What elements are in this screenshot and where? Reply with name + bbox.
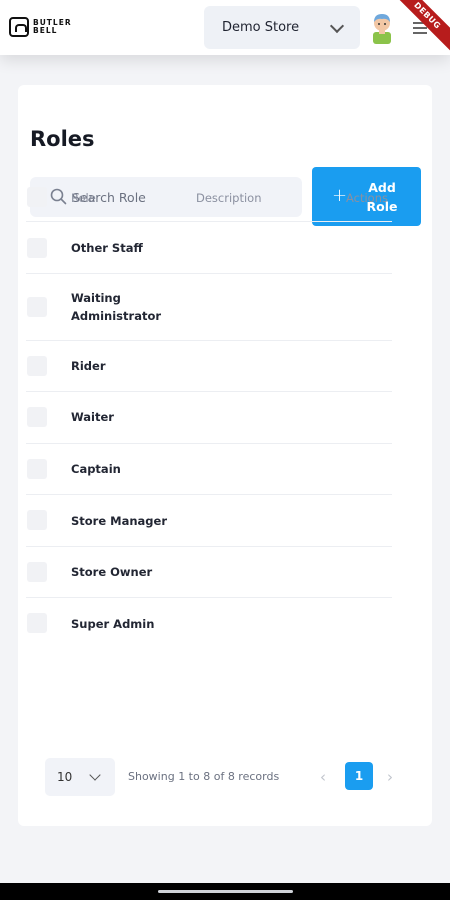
table-row: Super Admin (26, 598, 392, 650)
table-row: Rider (26, 341, 392, 392)
row-checkbox[interactable] (27, 613, 47, 633)
chevron-left-icon[interactable]: ‹ (320, 768, 326, 786)
select-all-checkbox[interactable] (27, 187, 47, 207)
table-header: Role Description Actions (26, 172, 392, 222)
app-header: BUTLER BELL Demo Store (0, 0, 450, 55)
table-row: Other Staff (26, 222, 392, 274)
row-checkbox[interactable] (27, 510, 47, 530)
column-header-description: Description (196, 191, 262, 205)
column-header-role: Role (71, 191, 96, 205)
row-checkbox[interactable] (27, 356, 47, 376)
role-name: Other Staff (71, 241, 143, 255)
store-selector-value: Demo Store (222, 20, 300, 35)
table-row: Waiter (26, 392, 392, 444)
role-name: Store Owner (71, 565, 153, 579)
logo-text: BUTLER BELL (33, 18, 72, 35)
row-checkbox[interactable] (27, 562, 47, 582)
page-title: Roles (30, 127, 95, 151)
role-name: Rider (71, 359, 106, 373)
chevron-right-icon[interactable]: › (387, 768, 393, 786)
row-checkbox[interactable] (27, 459, 47, 479)
page-number-button[interactable]: 1 (345, 762, 373, 790)
system-nav-bar (0, 883, 450, 900)
chevron-down-icon (329, 18, 345, 34)
role-name: Super Admin (71, 617, 155, 631)
role-name: Captain (71, 462, 121, 476)
row-checkbox[interactable] (27, 297, 47, 317)
store-selector[interactable]: Demo Store (204, 6, 360, 49)
table-row: Store Manager (26, 495, 392, 547)
home-indicator[interactable] (158, 890, 293, 893)
table-row: Waiting Administrator (26, 274, 392, 341)
page-size-select[interactable]: 10 (45, 758, 115, 796)
records-summary: Showing 1 to 8 of 8 records (128, 770, 280, 783)
logo-icon (9, 17, 29, 37)
role-name: Store Manager (71, 514, 168, 528)
row-checkbox[interactable] (27, 238, 47, 258)
table-row: Store Owner (26, 547, 392, 598)
table-row: Captain (26, 444, 392, 495)
page-size-value: 10 (57, 770, 73, 784)
role-name: Waiting Administrator (71, 291, 162, 323)
row-checkbox[interactable] (27, 407, 47, 427)
column-header-actions: Actions (345, 191, 388, 205)
roles-table: Role Description Actions Other Staff Wai… (26, 172, 392, 650)
brand-logo: BUTLER BELL (9, 17, 72, 37)
avatar[interactable] (369, 12, 395, 44)
chevron-down-icon (89, 769, 101, 781)
role-name: Waiter (71, 410, 114, 424)
pagination: 10 Showing 1 to 8 of 8 records ‹ 1 › (45, 758, 407, 796)
